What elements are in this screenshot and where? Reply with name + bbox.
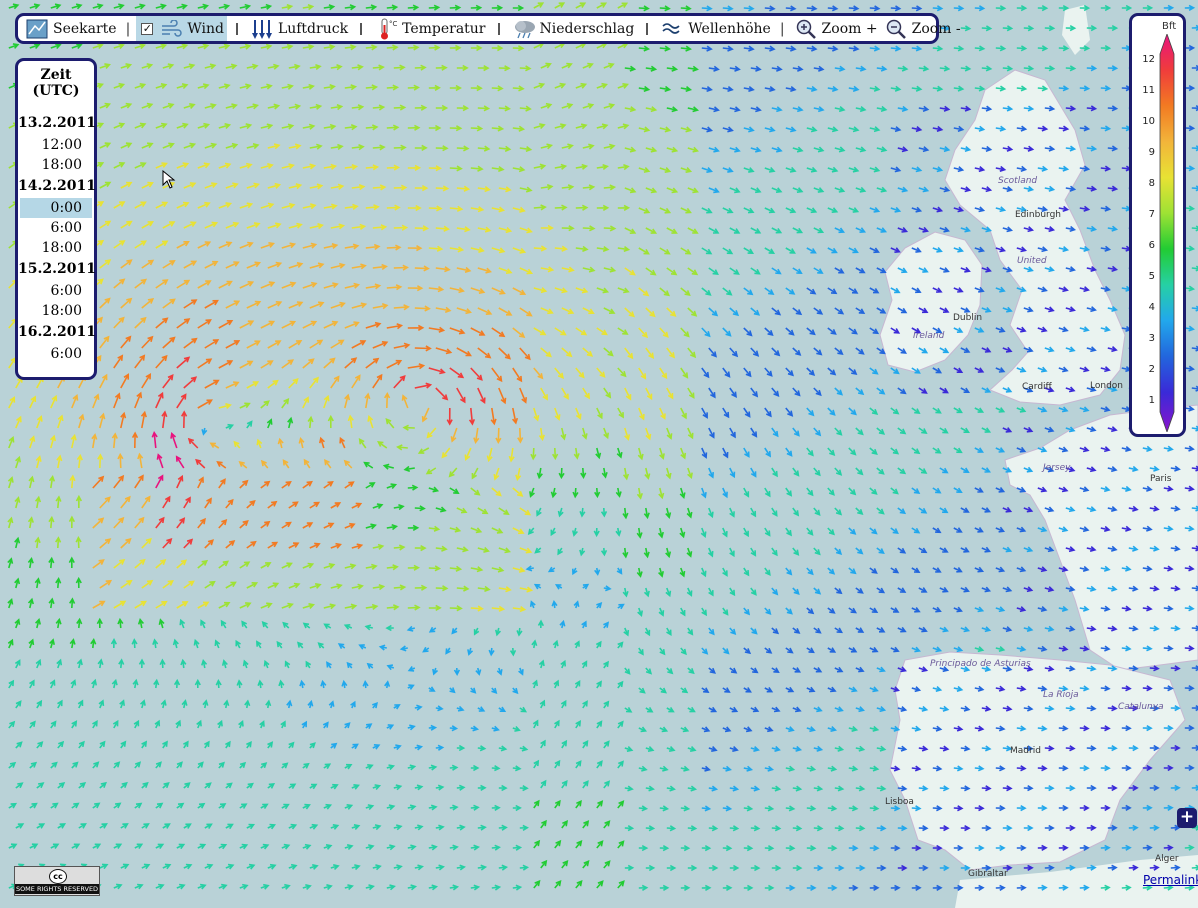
zoom-in-label: Zoom +	[821, 20, 878, 37]
luftdruck-checkbox[interactable]	[235, 22, 238, 35]
legend-level-3: 3	[1148, 333, 1155, 344]
map-label-dublin: Dublin	[953, 313, 982, 323]
time-panel: Zeit (UTC) 13.2.2011 12:00 18:00 14.2.20…	[15, 58, 97, 380]
legend-level-4: 4	[1148, 302, 1155, 313]
toolbar-separator: |	[125, 20, 131, 37]
map-label-ireland: Ireland	[913, 331, 945, 341]
legend-level-6: 6	[1148, 240, 1155, 251]
time-panel-header: Zeit (UTC)	[32, 67, 80, 99]
zoom-in-button[interactable]: Zoom +	[791, 16, 881, 41]
wind-checkbox[interactable]: ✓	[141, 22, 154, 35]
nautical-chart-icon	[25, 18, 49, 40]
wind-toggle[interactable]: ✓ Wind	[136, 16, 227, 41]
svg-text:°C: °C	[389, 20, 397, 28]
time-option-selected[interactable]: 0:00	[20, 198, 92, 218]
legend-level-12: 12	[1142, 54, 1155, 65]
luftdruck-toggle[interactable]: Luftdruck	[247, 16, 351, 41]
map-label-asturias: Principado de Asturias	[930, 659, 1031, 669]
cc-badge-text: SOME RIGHTS RESERVED	[15, 884, 99, 894]
legend-level-1: 1	[1148, 395, 1155, 406]
date-16-2-2011: 16.2.2011	[18, 324, 96, 340]
mouse-cursor-icon	[162, 170, 176, 189]
map-label-paris: Paris	[1150, 474, 1172, 484]
time-option[interactable]: 18:00	[18, 155, 94, 175]
wind-label: Wind	[187, 20, 224, 37]
wellenhoehe-toggle[interactable]: Wellenhöhe	[657, 16, 774, 41]
date-15-2-2011: 15.2.2011	[18, 261, 96, 277]
wellenhoehe-checkbox[interactable]	[646, 22, 649, 35]
layer-toolbar: Seekarte | ✓ Wind Luftdruck °C Temperatu…	[15, 13, 961, 44]
legend-level-11: 11	[1142, 85, 1155, 96]
pressure-arrows-icon	[250, 18, 274, 40]
map-label-catalunya: Catalunya	[1118, 702, 1164, 712]
legend-level-9: 9	[1148, 147, 1155, 158]
niederschlag-checkbox[interactable]	[497, 22, 500, 35]
zoom-out-icon	[884, 18, 908, 40]
zoom-in-icon	[794, 18, 818, 40]
time-option[interactable]: 6:00	[18, 281, 94, 301]
legend-level-2: 2	[1148, 364, 1155, 375]
wind-map[interactable]: Scotland Edinburgh United Dublin Ireland…	[0, 0, 1198, 908]
map-label-larioja: La Rioja	[1043, 690, 1079, 700]
time-option[interactable]: 6:00	[18, 344, 94, 364]
time-option[interactable]: 18:00	[18, 238, 94, 258]
expand-button[interactable]: +	[1177, 808, 1197, 828]
legend-unit: Bft	[1162, 21, 1177, 32]
zoom-out-label: Zoom -	[911, 20, 961, 37]
seekarte-label: Seekarte	[53, 20, 117, 37]
wind-icon	[159, 18, 183, 40]
temperatur-checkbox[interactable]	[360, 22, 363, 35]
rain-cloud-icon	[512, 18, 536, 40]
legend-level-7: 7	[1148, 209, 1155, 220]
time-option[interactable]: 12:00	[18, 135, 94, 155]
date-14-2-2011: 14.2.2011	[18, 178, 96, 194]
beaufort-legend: Bft 12 11 10 9 8 7 6 5 4 3 2 1	[1129, 13, 1186, 437]
temperatur-toggle[interactable]: °C Temperatur	[371, 16, 488, 41]
thermometer-icon: °C	[374, 18, 398, 40]
map-label-scotland: Scotland	[998, 176, 1037, 186]
date-13-2-2011: 13.2.2011	[18, 115, 96, 131]
map-label-alger: Alger	[1155, 854, 1179, 864]
legend-level-8: 8	[1148, 178, 1155, 189]
seekarte-toggle[interactable]: Seekarte	[22, 16, 120, 41]
wellenhoehe-label: Wellenhöhe	[688, 20, 771, 37]
map-label-united: United	[1017, 256, 1047, 266]
temperatur-label: Temperatur	[402, 20, 486, 37]
map-label-london: London	[1090, 381, 1123, 391]
legend-level-5: 5	[1148, 271, 1155, 282]
map-label-lisboa: Lisboa	[885, 797, 914, 807]
waves-icon	[660, 18, 684, 40]
cc-license-badge[interactable]: cc SOME RIGHTS RESERVED	[14, 866, 100, 896]
niederschlag-toggle[interactable]: Niederschlag	[509, 16, 638, 41]
cc-icon: cc	[49, 869, 67, 884]
legend-color-bar	[1159, 34, 1175, 432]
map-label-cardiff: Cardiff	[1022, 382, 1053, 392]
toolbar-separator: |	[779, 20, 785, 37]
map-label-gibraltar: Gibraltar	[968, 869, 1008, 879]
zoom-out-button[interactable]: Zoom -	[881, 16, 964, 41]
luftdruck-label: Luftdruck	[277, 20, 349, 37]
time-option[interactable]: 18:00	[18, 301, 94, 321]
permalink-link[interactable]: Permalink	[1143, 873, 1198, 887]
niederschlag-label: Niederschlag	[539, 20, 635, 37]
map-label-jersey: Jersey	[1041, 463, 1071, 473]
map-label-edinburgh: Edinburgh	[1015, 210, 1061, 220]
time-option[interactable]: 6:00	[18, 218, 94, 238]
legend-level-10: 10	[1142, 116, 1155, 127]
map-label-madrid: Madrid	[1010, 746, 1041, 756]
